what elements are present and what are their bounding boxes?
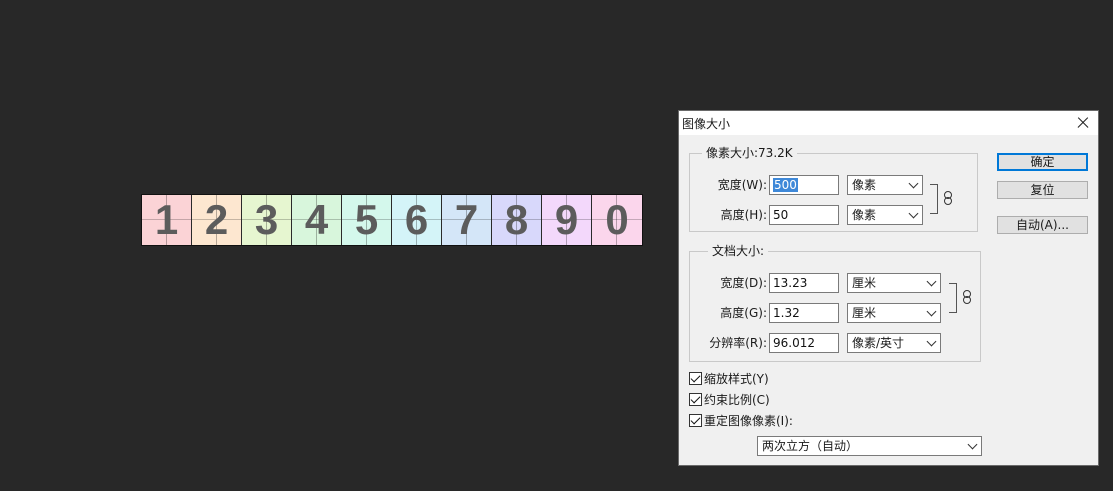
digit-label: 2 — [204, 196, 229, 243]
chevron-down-icon — [926, 276, 937, 287]
image-size-dialog: 图像大小 像素大小:73.2K 宽度(W): 500 像素 高度(H): 50 … — [678, 110, 1099, 466]
doc-height-unit-select[interactable]: 厘米 — [847, 303, 941, 323]
resample-label[interactable]: 重定图像像素(I): — [704, 414, 793, 428]
pixel-link-bracket — [930, 184, 938, 214]
chevron-down-icon — [926, 306, 937, 317]
pixel-width-label: 宽度(W): — [717, 178, 767, 192]
digit-label: 4 — [304, 196, 329, 243]
chevron-down-icon — [967, 439, 978, 450]
pixel-height-input[interactable]: 50 — [769, 205, 839, 225]
resolution-value: 96.012 — [773, 336, 815, 350]
digit-label: 9 — [554, 196, 579, 243]
auto-button[interactable]: 自动(A)... — [997, 216, 1088, 234]
digit-label: 8 — [504, 196, 529, 243]
digit-label: 1 — [154, 196, 179, 243]
digit-tile: 4 — [292, 195, 342, 245]
doc-link-bracket — [949, 283, 957, 313]
chain-link-icon — [944, 191, 952, 205]
scale-styles-label[interactable]: 缩放样式(Y) — [704, 372, 769, 386]
resolution-unit: 像素/英寸 — [852, 336, 905, 350]
chain-link-icon — [963, 290, 971, 304]
doc-width-unit-select[interactable]: 厘米 — [847, 273, 941, 293]
doc-height-unit: 厘米 — [852, 306, 877, 320]
resolution-input[interactable]: 96.012 — [769, 333, 839, 353]
reset-button[interactable]: 复位 — [997, 181, 1088, 199]
digit-tile: 3 — [242, 195, 292, 245]
pixel-height-unit: 像素 — [852, 208, 877, 222]
digit-tile: 0 — [592, 195, 642, 245]
digit-tile: 2 — [192, 195, 242, 245]
pixel-width-input[interactable]: 500 — [769, 175, 839, 195]
close-icon[interactable] — [1072, 112, 1094, 134]
pixel-height-value: 50 — [773, 208, 789, 222]
digit-tile: 5 — [342, 195, 392, 245]
pixel-height-unit-select[interactable]: 像素 — [847, 205, 923, 225]
pixel-width-value: 500 — [773, 178, 798, 192]
dialog-title: 图像大小 — [682, 117, 731, 131]
digit-label: 3 — [254, 196, 279, 243]
resample-checkbox[interactable] — [689, 414, 702, 427]
doc-height-input[interactable]: 1.32 — [769, 303, 839, 323]
pixel-width-unit: 像素 — [852, 178, 877, 192]
resolution-unit-select[interactable]: 像素/英寸 — [847, 333, 941, 353]
pixel-width-unit-select[interactable]: 像素 — [847, 175, 923, 195]
digit-tile: 7 — [442, 195, 492, 245]
digit-label: 7 — [454, 196, 479, 243]
dialog-titlebar[interactable]: 图像大小 — [679, 111, 1098, 135]
constrain-proportions-checkbox[interactable] — [689, 393, 702, 406]
digit-tile: 9 — [542, 195, 592, 245]
resample-method: 两次立方（自动） — [762, 439, 859, 453]
chevron-down-icon — [908, 178, 919, 189]
constrain-proportions-label[interactable]: 约束比例(C) — [704, 393, 770, 407]
digit-tile: 8 — [492, 195, 542, 245]
resolution-label: 分辨率(R): — [709, 336, 767, 350]
doc-height-label: 高度(G): — [720, 306, 767, 320]
pixel-height-label: 高度(H): — [720, 208, 767, 222]
doc-width-input[interactable]: 13.23 — [769, 273, 839, 293]
doc-width-label: 宽度(D): — [720, 276, 767, 290]
digit-strip: 1234567890 — [141, 194, 643, 246]
document-size-legend: 文档大小: — [708, 244, 769, 258]
doc-width-unit: 厘米 — [852, 276, 877, 290]
chevron-down-icon — [908, 208, 919, 219]
pixel-size-legend: 像素大小:73.2K — [702, 146, 797, 160]
doc-height-value: 1.32 — [773, 306, 800, 320]
doc-width-value: 13.23 — [773, 276, 808, 290]
digit-label: 6 — [404, 196, 429, 243]
scale-styles-checkbox[interactable] — [689, 372, 702, 385]
chevron-down-icon — [926, 336, 937, 347]
digit-tile: 6 — [392, 195, 442, 245]
digit-tile: 1 — [142, 195, 192, 245]
digit-label: 5 — [354, 196, 379, 243]
resample-method-select[interactable]: 两次立方（自动） — [757, 436, 982, 456]
digit-label: 0 — [605, 196, 629, 243]
ok-button[interactable]: 确定 — [997, 153, 1088, 171]
